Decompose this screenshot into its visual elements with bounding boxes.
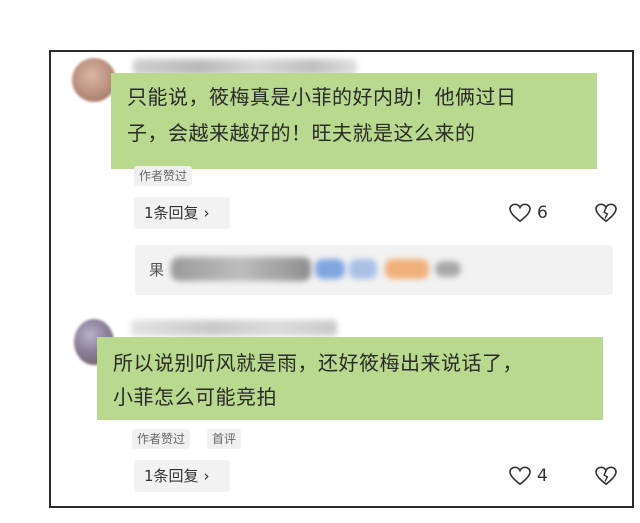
obscured-content <box>315 259 345 279</box>
heart-outline-icon <box>509 466 531 486</box>
broken-heart-icon[interactable] <box>595 466 617 486</box>
avatar[interactable] <box>72 58 116 102</box>
chevron-right-icon: › <box>203 204 210 222</box>
comment-text-line: 子，会越来越好的！旺夫就是这么来的 <box>127 121 476 145</box>
obscured-content <box>349 259 377 279</box>
comment-text-line: 只能说，筱梅真是小菲的好内助！他俩过日 <box>127 85 517 109</box>
broken-heart-icon[interactable] <box>595 203 617 223</box>
first-comment-badge: 首评 <box>207 429 242 449</box>
comment-text-line: 所以说别听风就是雨，还好筱梅出来说话了， <box>113 351 523 375</box>
reply-count-label: 1条回复 <box>144 467 199 485</box>
comment-text-highlight: 所以说别听风就是雨，还好筱梅出来说话了， 小菲怎么可能竞拍 <box>97 337 603 420</box>
comment-text-highlight: 只能说，筱梅真是小菲的好内助！他俩过日 子，会越来越好的！旺夫就是这么来的 <box>111 73 597 169</box>
like-button[interactable]: 6 <box>509 198 548 228</box>
screenshot-frame: 只能说，筱梅真是小菲的好内助！他俩过日 子，会越来越好的！旺夫就是这么来的 作者… <box>49 50 634 508</box>
obscured-content <box>385 259 429 279</box>
obscured-content <box>171 257 311 281</box>
chevron-right-icon: › <box>203 467 210 485</box>
like-count: 6 <box>537 203 548 223</box>
obscured-content <box>435 261 461 277</box>
like-button[interactable]: 4 <box>509 461 548 491</box>
reply-preview-prefix: 果 <box>149 261 165 279</box>
author-liked-badge: 作者赞过 <box>132 429 191 449</box>
author-liked-badge: 作者赞过 <box>134 166 193 186</box>
reply-count-label: 1条回复 <box>144 204 199 222</box>
view-replies-button[interactable]: 1条回复 › <box>134 460 230 492</box>
view-replies-button[interactable]: 1条回复 › <box>134 197 230 229</box>
comment-text-line: 小菲怎么可能竞拍 <box>113 385 277 409</box>
reply-preview[interactable]: 果 <box>135 245 613 295</box>
author-name-obscured <box>131 320 337 336</box>
like-count: 4 <box>537 466 548 486</box>
heart-outline-icon <box>509 203 531 223</box>
